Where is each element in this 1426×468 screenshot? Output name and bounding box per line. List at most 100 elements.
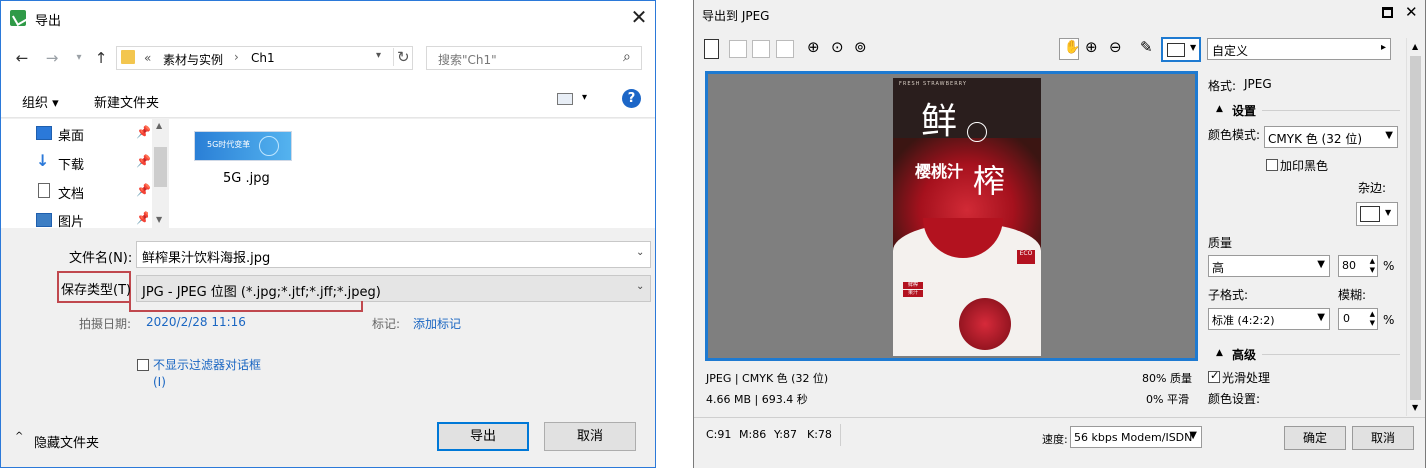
overprint-black-checkbox[interactable] [1266, 159, 1278, 171]
matte-color-button[interactable]: ▼ [1356, 202, 1398, 226]
chevron-down-icon: ▼ [1317, 259, 1325, 270]
blur-input[interactable]: 0 ▲ ▼ [1338, 308, 1378, 330]
refresh-icon[interactable]: ↻ [393, 48, 410, 66]
document-icon [38, 183, 50, 198]
sidebar-item-desktop[interactable]: 桌面 📌 [36, 124, 151, 144]
cancel-button[interactable]: 取消 [544, 422, 636, 451]
preset-select[interactable]: 自定义 ▸ [1207, 38, 1391, 60]
scroll-down-icon[interactable]: ▼ [156, 215, 162, 224]
speed-label: 速度: [1042, 433, 1068, 446]
zoom-out-tool-icon[interactable]: ⊖ [1109, 38, 1122, 56]
file-name[interactable]: 5G .jpg [223, 171, 270, 186]
spinner-icon[interactable]: ▲ ▼ [1370, 257, 1375, 275]
scrollbar-thumb[interactable] [154, 147, 167, 187]
recent-locations-button[interactable]: ▾ [69, 48, 89, 68]
poster-side-tag-2: 果汁 [903, 290, 923, 297]
arrow-right-icon: → [45, 49, 59, 67]
pan-tool-icon[interactable]: ✋ [1059, 38, 1080, 60]
scroll-up-icon[interactable]: ▲ [1412, 42, 1418, 51]
date-value[interactable]: 2020/2/28 11:16 [146, 315, 246, 329]
sidebar-item-documents[interactable]: 文档 📌 [36, 182, 151, 202]
sidebar-item-pictures[interactable]: 图片 📌 [36, 210, 148, 228]
quad-view-icon[interactable] [776, 40, 794, 58]
dialog-title: 导出 [35, 14, 62, 29]
poster-image: FRESH STRAWBERRY 鲜 榨 樱桃汁 ECO 鲜榨 果汁 [893, 78, 1041, 356]
cancel-button[interactable]: 取消 [1352, 426, 1414, 450]
breadcrumb-item[interactable]: Ch1 [251, 51, 275, 65]
chevron-up-icon[interactable]: ^ [15, 431, 23, 442]
eyedropper-icon[interactable]: ✎ [1140, 38, 1153, 56]
chevron-down-icon: ▼ [1385, 130, 1393, 141]
title-bar [1, 1, 655, 36]
ok-button[interactable]: 确定 [1284, 426, 1346, 450]
color-mode-select[interactable]: CMYK 色 (32 位) ▼ [1264, 126, 1398, 148]
picture-icon [36, 213, 52, 227]
format-value: JPEG [1244, 77, 1272, 91]
close-button[interactable]: ✕ [627, 5, 651, 29]
pin-icon: 📌 [136, 211, 148, 225]
scroll-down-icon[interactable]: ▼ [1412, 403, 1418, 412]
tag-value[interactable]: 添加标记 [413, 315, 461, 332]
search-icon[interactable]: ⌕ [623, 49, 631, 65]
settings-header[interactable]: 设置 [1232, 102, 1256, 119]
no-filter-label[interactable]: 不显示过滤器对话框 [153, 356, 261, 373]
blur-value: 0 [1343, 312, 1350, 325]
filename-input[interactable]: 鲜榨果汁饮料海报.jpg ⌄ [136, 241, 651, 268]
back-button[interactable]: ← [12, 48, 32, 68]
poster-badge-circle [967, 122, 987, 142]
view-icon[interactable] [557, 93, 573, 105]
chevron-down-icon[interactable]: ⌄ [636, 281, 644, 292]
collapse-settings-icon[interactable]: ▲ [1216, 104, 1223, 114]
breadcrumb-item[interactable]: 素材与实例 [163, 51, 223, 68]
scrollbar-thumb[interactable] [1410, 56, 1421, 400]
organize-button[interactable]: 组织 ▾ [22, 92, 59, 111]
sidebar-item-downloads[interactable]: ↓ 下载 📌 [36, 151, 151, 173]
spinner-icon[interactable]: ▲ ▼ [1370, 310, 1375, 328]
forward-button[interactable]: → [42, 48, 62, 68]
zoom-actual-icon[interactable]: ⊚ [854, 38, 867, 56]
pin-icon: 📌 [136, 183, 151, 197]
no-filter-checkbox[interactable] [137, 359, 149, 371]
collapse-advanced-icon[interactable]: ▲ [1216, 348, 1223, 358]
color-swatch-button[interactable]: ▼ [1161, 37, 1201, 62]
matte-swatch [1360, 206, 1380, 222]
chevron-down-icon: ▼ [1385, 208, 1392, 217]
savetype-select[interactable]: JPG - JPEG 位图 (*.jpg;*.jtf;*.jff;*.jpeg)… [136, 275, 651, 302]
preview-area[interactable]: FRESH STRAWBERRY 鲜 榨 樱桃汁 ECO 鲜榨 果汁 [705, 71, 1198, 361]
subformat-select[interactable]: 标准 (4:2:2) ▼ [1208, 308, 1330, 330]
scroll-up-icon[interactable]: ▲ [156, 121, 162, 130]
hide-folders-button[interactable]: 隐藏文件夹 [34, 432, 99, 451]
no-filter-accesskey: (I) [153, 375, 166, 389]
zoom-fit-icon[interactable]: ⊙ [831, 38, 844, 56]
format-label: 格式: [1208, 79, 1237, 93]
speed-select[interactable]: 56 kbps Modem/ISDN ▼ [1070, 426, 1202, 448]
speed-value: 56 kbps Modem/ISDN [1074, 431, 1193, 444]
navigation-scrollbar[interactable]: ▲ ▼ [152, 119, 169, 228]
help-icon[interactable]: ? [622, 89, 641, 108]
advanced-header[interactable]: 高级 [1232, 346, 1256, 363]
new-folder-button[interactable]: 新建文件夹 [94, 92, 159, 111]
sidebar-item-label: 图片 [58, 215, 85, 228]
divider [840, 424, 841, 446]
file-thumbnail[interactable]: 5G时代变革 [194, 131, 292, 161]
chevron-down-icon[interactable]: ⌄ [636, 247, 644, 258]
breadcrumb-overflow[interactable]: « [144, 51, 151, 65]
settings-scrollbar[interactable]: ▲ ▼ [1406, 38, 1424, 416]
export-button[interactable]: 导出 [437, 422, 529, 451]
zoom-in-tool-icon[interactable]: ⊕ [1085, 38, 1098, 56]
split-horizontal-icon[interactable] [752, 40, 770, 58]
view-dropdown-icon[interactable]: ▾ [582, 92, 587, 103]
single-view-icon[interactable] [704, 39, 719, 59]
poster-side-tag-1: 鲜榨 [903, 282, 923, 289]
app-icon [10, 10, 26, 26]
quality-select[interactable]: 高 ▼ [1208, 255, 1330, 277]
address-dropdown-icon[interactable]: ▾ [376, 50, 381, 61]
close-icon[interactable]: ✕ [1405, 3, 1418, 21]
maximize-icon[interactable] [1382, 7, 1393, 18]
quality-number-input[interactable]: 80 ▲ ▼ [1338, 255, 1378, 277]
zoom-in-icon[interactable]: ⊕ [807, 38, 820, 56]
up-button[interactable]: ↑ [91, 48, 111, 68]
smoothing-checkbox[interactable]: ✓ [1208, 369, 1220, 383]
poster-headline-1: 鲜 [921, 101, 958, 142]
split-vertical-icon[interactable] [729, 40, 747, 58]
